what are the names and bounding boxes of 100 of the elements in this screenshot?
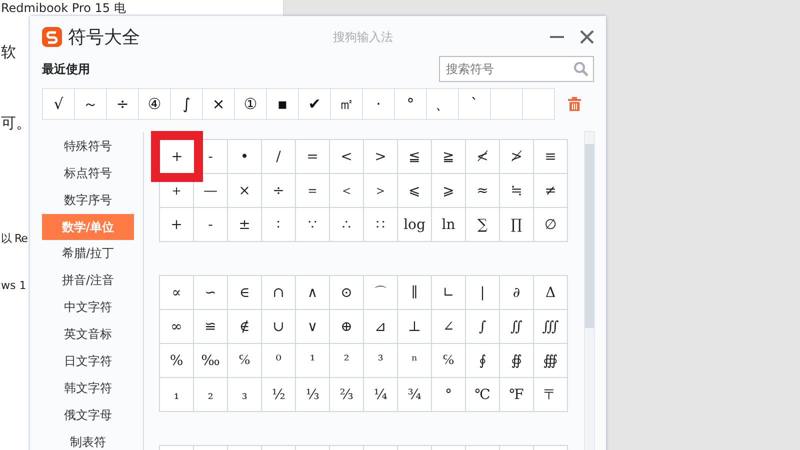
symbol-cell[interactable]: ⩾ (432, 174, 466, 208)
symbol-cell[interactable]: ∬ (500, 310, 534, 344)
symbol-cell[interactable]: ⁿ (398, 344, 432, 378)
symbol-cell[interactable]: ½ (262, 378, 296, 412)
symbol-cell[interactable]: × (228, 174, 262, 208)
symbol-cell[interactable]: ≒ (500, 174, 534, 208)
category-tab[interactable]: 韩文字符 (42, 375, 134, 402)
category-tab[interactable]: 希腊/拉丁 (42, 240, 134, 267)
symbol-cell[interactable]: ∧ (296, 276, 330, 310)
symbol-cell[interactable]: ⅓ (296, 378, 330, 412)
symbol-cell[interactable]: ≧ (432, 140, 466, 174)
symbol-cell[interactable]: ≯ (500, 140, 534, 174)
search-field[interactable]: 搜索符号 (439, 56, 594, 82)
symbol-cell[interactable]: ∯ (500, 344, 534, 378)
symbol-cell[interactable]: - (194, 208, 228, 242)
close-icon[interactable] (578, 28, 596, 46)
symbol-cell[interactable]: ≮ (466, 140, 500, 174)
symbol-cell[interactable]: ⊥ (398, 310, 432, 344)
symbol-cell[interactable]: ÷ (262, 174, 296, 208)
symbol-cell[interactable]: ℅ (432, 344, 466, 378)
symbol-cell[interactable]: % (160, 344, 194, 378)
symbol-cell[interactable]: ₁ (160, 378, 194, 412)
symbol-cell[interactable]: - (194, 140, 228, 174)
symbol-cell[interactable]: ≦ (398, 140, 432, 174)
symbol-cell[interactable]: ≠ (534, 174, 568, 208)
symbol-cell[interactable]: ≡ (534, 140, 568, 174)
symbol-cell[interactable]: ∈ (228, 276, 262, 310)
symbol-cell[interactable]: ¹ (296, 344, 330, 378)
symbol-cell[interactable]: ∂ (500, 276, 534, 310)
symbol-cell[interactable]: ℉ (500, 378, 534, 412)
symbol-cell[interactable]: ＜ (330, 174, 364, 208)
symbol-cell[interactable]: ∉ (228, 310, 262, 344)
symbol-cell[interactable]: ¾ (398, 378, 432, 412)
symbol-cell[interactable]: ⌒ (364, 276, 398, 310)
symbol-cell[interactable]: / (262, 140, 296, 174)
symbol-cell[interactable]: ⩽ (398, 174, 432, 208)
category-tab[interactable]: 数字序号 (42, 187, 134, 214)
symbol-cell[interactable]: ℃ (466, 378, 500, 412)
symbol-cell[interactable]: Δ (534, 276, 568, 310)
symbol-cell[interactable]: ≌ (194, 310, 228, 344)
symbol-cell[interactable]: ∫ (466, 310, 500, 344)
category-tab[interactable]: 英文音标 (42, 321, 134, 348)
symbol-cell[interactable]: < (330, 140, 364, 174)
category-tab[interactable]: 俄文字母 (42, 402, 134, 429)
scrollbar[interactable] (584, 131, 595, 450)
trash-icon[interactable] (568, 97, 581, 111)
symbol-cell[interactable]: — (194, 174, 228, 208)
symbol-cell[interactable]: ⁰ (262, 344, 296, 378)
symbol-cell[interactable]: ∞ (160, 310, 194, 344)
category-tab[interactable]: 拼音/注音 (42, 267, 134, 294)
symbol-cell[interactable]: ± (228, 208, 262, 242)
symbol-cell[interactable]: ∶ (262, 208, 296, 242)
symbol-cell[interactable]: ∭ (534, 310, 568, 344)
symbol-cell[interactable]: ¼ (364, 378, 398, 412)
symbol-cell[interactable]: = (296, 140, 330, 174)
symbol-cell[interactable]: + (151, 131, 203, 182)
symbol-cell[interactable]: ＝ (296, 174, 330, 208)
symbol-cell[interactable]: log (398, 208, 432, 242)
category-tab[interactable]: 制表符 (42, 429, 134, 450)
symbol-cell[interactable]: ∠ (432, 310, 466, 344)
symbol-cell[interactable]: ∷ (364, 208, 398, 242)
symbol-cell[interactable]: + (160, 208, 194, 242)
symbol-cell[interactable]: ³ (364, 344, 398, 378)
symbol-cell[interactable]: ≈ (466, 174, 500, 208)
symbol-cell[interactable]: ∩ (262, 276, 296, 310)
symbol-cell[interactable]: ⅔ (330, 378, 364, 412)
symbol-cell[interactable]: ∪ (262, 310, 296, 344)
symbol-cell[interactable]: ∥ (398, 276, 432, 310)
symbol-cell[interactable]: ＋ (160, 174, 194, 208)
symbol-cell[interactable]: ₃ (228, 378, 262, 412)
symbol-cell[interactable]: ⊙ (330, 276, 364, 310)
category-tab[interactable]: 日文字符 (42, 348, 134, 375)
symbol-cell[interactable]: ∏ (500, 208, 534, 242)
symbol-cell[interactable]: • (228, 140, 262, 174)
symbol-cell[interactable]: ° (432, 378, 466, 412)
symbol-cell[interactable]: | (466, 276, 500, 310)
symbol-cell[interactable]: ∨ (296, 310, 330, 344)
category-tab[interactable]: 中文字符 (42, 294, 134, 321)
symbol-cell[interactable]: ln (432, 208, 466, 242)
document-text: 可。 (1, 115, 31, 131)
symbol-cell[interactable]: ‰ (194, 344, 228, 378)
symbol-cell[interactable]: ∰ (534, 344, 568, 378)
symbol-cell[interactable]: ℅ (228, 344, 262, 378)
symbol-cell[interactable]: ⊿ (364, 310, 398, 344)
symbol-cell[interactable]: ∟ (432, 276, 466, 310)
symbol-cell[interactable]: ⊕ (330, 310, 364, 344)
symbol-cell[interactable]: ∮ (466, 344, 500, 378)
symbol-cell[interactable]: > (364, 140, 398, 174)
symbol-cell[interactable]: ＞ (364, 174, 398, 208)
symbol-cell[interactable]: ∴ (330, 208, 364, 242)
symbol-cell[interactable]: ∑ (466, 208, 500, 242)
category-tab[interactable]: 特殊符号 (42, 133, 134, 160)
symbol-cell[interactable]: ² (330, 344, 364, 378)
symbol-cell[interactable]: ∽ (194, 276, 228, 310)
symbol-cell[interactable]: ∵ (296, 208, 330, 242)
symbol-cell[interactable]: ∅ (534, 208, 568, 242)
symbol-cell[interactable]: ₂ (194, 378, 228, 412)
category-tab[interactable]: 标点符号 (42, 160, 134, 187)
symbol-cell[interactable]: ∝ (160, 276, 194, 310)
symbol-cell[interactable]: 〒 (534, 378, 568, 412)
